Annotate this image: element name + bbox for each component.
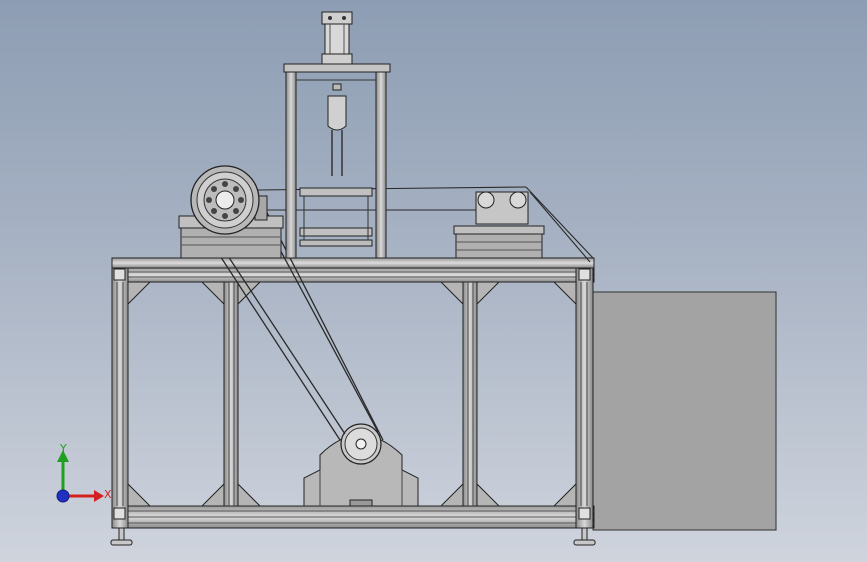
frame-bottom-rail (111, 505, 595, 529)
punch-rod (327, 83, 347, 176)
graphics-viewport[interactable]: Y X (0, 0, 867, 562)
press-frame (283, 63, 391, 259)
side-cabinet (592, 291, 777, 531)
cad-model-view[interactable] (0, 0, 867, 562)
lower-pulley (340, 423, 382, 465)
axis-triad: Y X (56, 442, 112, 503)
y-axis-label: Y (59, 442, 67, 455)
z-axis-origin (56, 489, 70, 503)
leveling-feet (110, 527, 596, 546)
air-cylinder (321, 11, 353, 65)
conveyor-belt (257, 186, 594, 263)
frame-top-rail (111, 257, 595, 283)
x-axis-label: X (104, 488, 112, 501)
right-bearing-block (453, 191, 545, 259)
